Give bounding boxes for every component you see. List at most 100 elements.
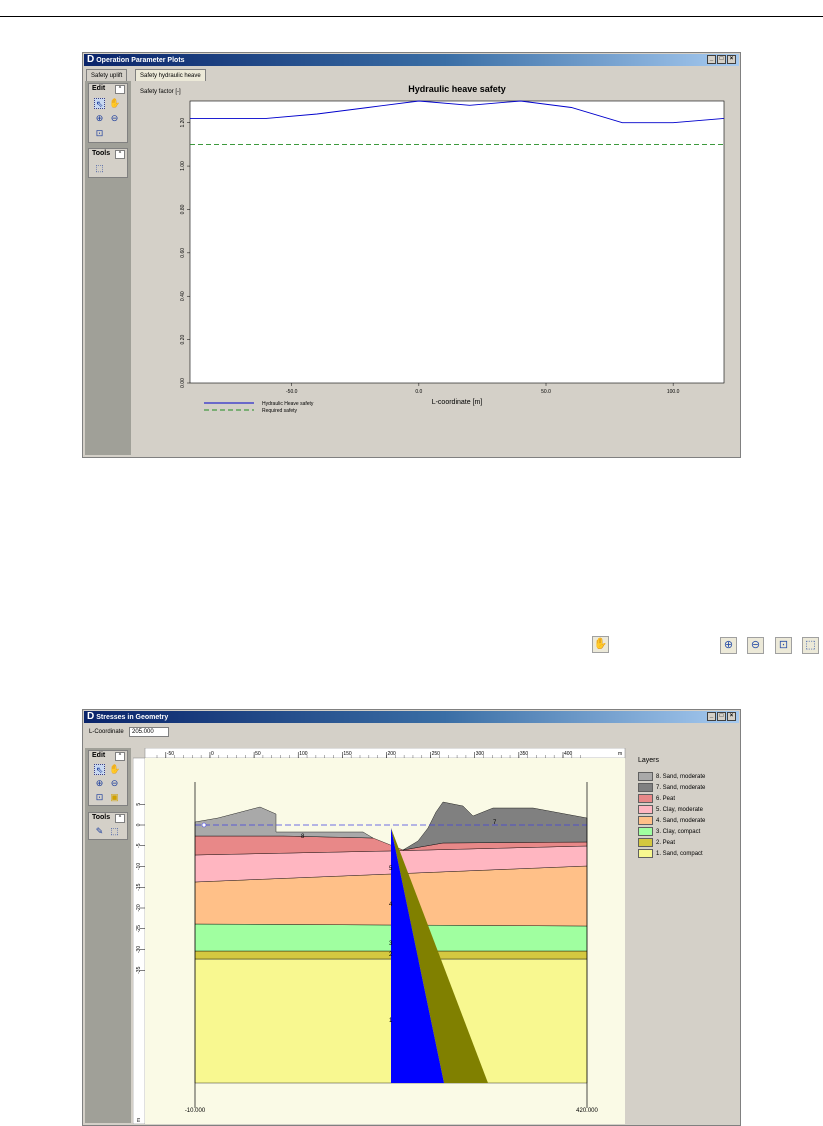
close-button[interactable]: × <box>727 712 736 721</box>
zoom-out-icon[interactable]: ⊖ <box>109 113 120 124</box>
phreatic-point[interactable] <box>201 822 207 828</box>
edit-group-header: Edit ⌃ <box>89 84 127 94</box>
collapse-icon[interactable]: ⌃ <box>115 752 125 761</box>
tools-label: Tools <box>92 150 111 157</box>
ruler-label: -20 <box>136 904 142 911</box>
zoom-in-icon[interactable]: ⊕ <box>94 778 105 789</box>
ruler-label: -25 <box>136 925 142 932</box>
legend-swatch <box>638 827 653 836</box>
tab-safety-uplift[interactable]: Safety uplift <box>86 69 128 81</box>
ruler-label: 350 <box>520 751 529 757</box>
y-tick-label: 1.00 <box>180 161 186 171</box>
page-header-rule <box>0 16 823 17</box>
legend-layer-item: 7. Sand, moderate <box>638 783 705 792</box>
chart-title: Hydraulic heave safety <box>408 84 506 94</box>
edit-group-header: Edit ⌃ <box>89 751 127 761</box>
collapse-icon[interactable]: ⌃ <box>115 814 125 823</box>
pan-icon[interactable]: ✋ <box>109 764 120 775</box>
ruler-label: -50 <box>167 751 174 757</box>
tools-group-header: Tools ⌃ <box>89 149 127 159</box>
l-coordinate-value: 205.000 <box>132 729 154 735</box>
x-tick-label: 100.0 <box>667 389 680 395</box>
stresses-in-geometry-window: D Stresses in Geometry _ □ × L-Coordinate… <box>82 709 741 1126</box>
ruler-label: 250 <box>432 751 441 757</box>
ruler-label: 200 <box>387 751 396 757</box>
tools-group: Tools ⌃ ⬚ <box>88 148 128 178</box>
window-titlebar[interactable]: D Stresses in Geometry _ □ × <box>84 711 739 723</box>
tab-safety-hydraulic-heave[interactable]: Safety hydraulic heave <box>135 69 206 81</box>
geometry-view[interactable]: -50 0 50 100 150 200 250 300 350 400 m50-5-10-15-2… <box>133 748 627 1124</box>
tools-group-header: Tools ⌃ <box>89 813 127 823</box>
ruler-label: 300 <box>476 751 485 757</box>
legend-label: 4. Sand, moderate <box>656 818 706 825</box>
legend-swatch <box>638 805 653 814</box>
zoom-limits-icon[interactable]: ⬚ <box>94 163 105 174</box>
pan-icon[interactable]: ✋ <box>109 98 120 109</box>
y-tick-label: 0.00 <box>180 378 186 388</box>
measure-icon[interactable]: ✎ <box>94 826 105 837</box>
zoom-out-icon[interactable]: ⊖ <box>109 778 120 789</box>
ruler-label: -5 <box>136 843 142 848</box>
maximize-button[interactable]: □ <box>717 55 726 64</box>
top-ruler <box>144 748 626 759</box>
ruler-label: -15 <box>136 883 142 890</box>
legend-swatch <box>638 783 653 792</box>
zoom-limits-icon[interactable]: ⬚ <box>109 826 120 837</box>
zoom-in-icon[interactable]: ⊕ <box>94 113 105 124</box>
ruler-label: 150 <box>343 751 352 757</box>
legend-label: 1. Sand, compact <box>656 851 703 858</box>
select-icon[interactable]: ⇖ <box>94 764 105 775</box>
l-coordinate-field[interactable]: 205.000 <box>129 727 169 737</box>
select-icon[interactable]: ⇖ <box>94 98 105 109</box>
right-coordinate-label: 420.000 <box>576 1108 598 1114</box>
close-button[interactable]: × <box>727 55 736 64</box>
collapse-icon[interactable]: ⌃ <box>115 85 125 94</box>
ruler-label: -10 <box>136 863 142 870</box>
window-titlebar[interactable]: D Operation Parameter Plots _ □ × <box>84 54 739 66</box>
app-logo-icon: D <box>87 711 95 722</box>
legend-label: Required safety <box>262 408 298 414</box>
legend-swatch <box>638 838 653 847</box>
tools-label: Tools <box>92 814 111 821</box>
edit-label: Edit <box>92 752 106 759</box>
minimize-button[interactable]: _ <box>707 55 716 64</box>
legend-swatch <box>638 772 653 781</box>
legend-label: 6. Peat <box>656 796 676 803</box>
window-title: Operation Parameter Plots <box>96 57 185 64</box>
legend-swatch <box>638 794 653 803</box>
edit-label: Edit <box>92 85 106 92</box>
tab-label: Safety uplift <box>91 73 123 79</box>
x-tick-label: -50.0 <box>286 389 298 395</box>
collapse-icon[interactable]: ⌃ <box>115 150 125 159</box>
legend-label: 3. Clay, compact <box>656 829 701 836</box>
left-coordinate-label: -10.000 <box>185 1108 206 1114</box>
ruler-unit: m <box>618 751 622 757</box>
maximize-button[interactable]: □ <box>717 712 726 721</box>
legend-swatch <box>638 849 653 858</box>
minimize-button[interactable]: _ <box>707 712 716 721</box>
zoom-rect-icon[interactable]: ⊡ <box>94 128 105 139</box>
ruler-label: 100 <box>299 751 308 757</box>
tab-label: Safety hydraulic heave <box>140 73 201 79</box>
zoom-rect-icon[interactable]: ⊡ <box>94 792 105 803</box>
zoom-limits-icon: ⬚ <box>802 637 819 654</box>
tools-group: Tools ⌃ ✎ ⬚ <box>88 812 128 840</box>
legend-swatch <box>638 816 653 825</box>
legend-layer-item: 3. Clay, compact <box>638 827 700 836</box>
legend-layer-item: 8. Sand, moderate <box>638 772 705 781</box>
hydraulic-heave-chart: Hydraulic heave safety Safety factor [-] 0… <box>134 81 738 455</box>
legend-label: 2. Peat <box>656 840 676 847</box>
layers-title: Layers <box>638 757 660 764</box>
y-tick-label: 0.40 <box>180 291 186 301</box>
ruler-label: 0 <box>211 751 214 757</box>
y-tick-label: 0.80 <box>180 204 186 214</box>
edit-group: Edit ⌃ ⇖ ✋ ⊕ ⊖ ⊡ ▣ <box>88 750 128 806</box>
layers-legend: Layers 8. Sand, moderate 7. Sand, moderat… <box>636 755 736 885</box>
zoom-limits-icon[interactable]: ▣ <box>109 792 120 803</box>
ruler-label: -30 <box>136 946 142 953</box>
l-coordinate-label: L-Coordinate <box>89 729 124 735</box>
app-logo-icon: D <box>87 54 95 65</box>
ruler-label: 400 <box>564 751 573 757</box>
window-title: Stresses in Geometry <box>96 714 169 721</box>
y-tick-label: 0.20 <box>180 335 186 345</box>
